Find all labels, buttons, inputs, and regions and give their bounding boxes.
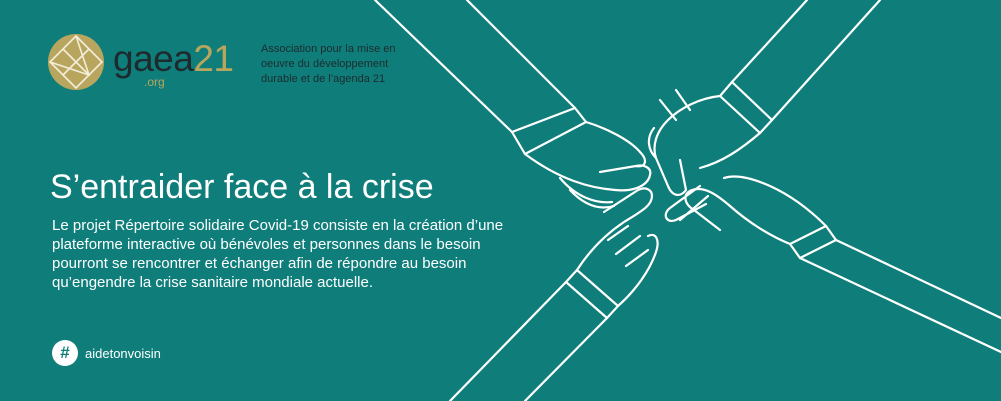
top-left-cuff-icon bbox=[510, 106, 588, 156]
bottom-right-sleeve-icon bbox=[798, 238, 1001, 354]
top-right-cuff-icon bbox=[718, 80, 774, 135]
top-left-sleeve-icon bbox=[373, 0, 577, 134]
hands-illustration-icon bbox=[373, 0, 1001, 401]
bottom-left-sleeve-icon bbox=[448, 280, 609, 401]
bottom-left-hand-icon bbox=[575, 187, 659, 308]
banner: gaea21 .org Association pour la mise en … bbox=[0, 0, 1001, 401]
bottom-left-cuff-icon bbox=[564, 268, 620, 320]
top-right-hand-icon bbox=[647, 88, 762, 196]
bottom-right-cuff-icon bbox=[788, 224, 838, 260]
bottom-right-hand-icon bbox=[664, 175, 828, 246]
